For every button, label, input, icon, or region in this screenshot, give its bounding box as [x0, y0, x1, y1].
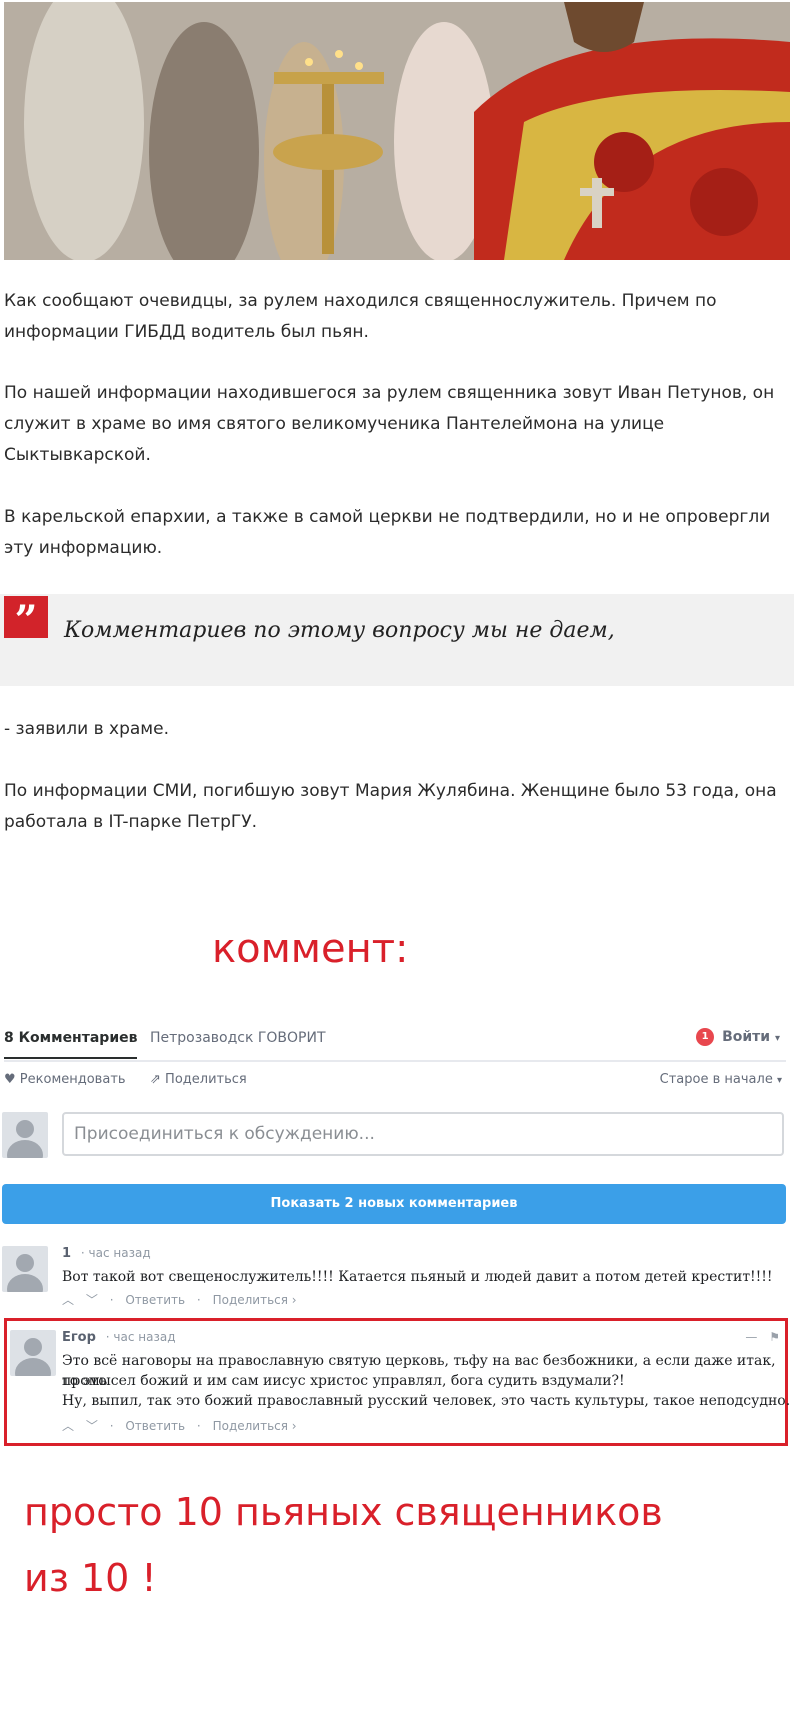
- tab-forum[interactable]: Петрозаводск ГОВОРИТ: [150, 1030, 326, 1046]
- downvote-icon[interactable]: ﹀: [86, 1293, 98, 1307]
- comments-toolbar: ♥ Рекомендовать ⇗ Поделиться Старое в на…: [4, 1070, 786, 1092]
- upvote-icon[interactable]: ︿: [62, 1419, 74, 1433]
- comment-tools: — ⚑: [745, 1330, 780, 1344]
- share-icon: ⇗: [150, 1072, 161, 1087]
- comment-text-line-2: промысел божий и им сам иисус христос уп…: [62, 1373, 625, 1389]
- comment-author[interactable]: Егор: [62, 1330, 96, 1345]
- user-avatar: [2, 1112, 48, 1158]
- blockquote-text: Комментариев по этому вопросу мы не даем…: [64, 618, 615, 643]
- separator-dot: ·: [109, 1419, 114, 1433]
- footer-annotation-line-2: из 10 !: [24, 1556, 157, 1600]
- tab-comments[interactable]: 8 Комментариев: [4, 1030, 138, 1059]
- sort-label: Старое в начале: [659, 1072, 773, 1087]
- comment-text: Вот такой вот свещенослужитель!!!! Катае…: [62, 1269, 773, 1285]
- separator-dot: ·: [105, 1330, 110, 1344]
- separator-dot: ·: [196, 1419, 201, 1433]
- comment-meta: Егор · час назад: [62, 1330, 176, 1345]
- show-new-comments-button[interactable]: Показать 2 новых комментариев: [2, 1184, 786, 1224]
- comment-actions: ︿ ﹀ · Ответить · Поделиться ›: [62, 1417, 305, 1434]
- comment-time[interactable]: час назад: [113, 1330, 175, 1344]
- chevron-down-icon: ▾: [776, 1075, 782, 1086]
- collapse-icon[interactable]: —: [745, 1330, 757, 1344]
- paragraph-2: По нашей информации находившегося за рул…: [4, 383, 775, 465]
- comment-avatar[interactable]: [2, 1246, 48, 1292]
- comment-share-link[interactable]: Поделиться ›: [213, 1419, 297, 1433]
- login-label: Войти: [722, 1029, 771, 1045]
- paragraph-1: Как сообщают очевидцы, за рулем находилс…: [4, 291, 717, 342]
- separator-dot: ·: [80, 1246, 85, 1260]
- comment-author[interactable]: 1: [62, 1246, 71, 1261]
- comment-time[interactable]: час назад: [89, 1246, 151, 1260]
- comment-annotation-label: коммент:: [212, 926, 409, 972]
- comment-share-link[interactable]: Поделиться ›: [213, 1293, 297, 1307]
- comment-avatar[interactable]: [10, 1330, 56, 1376]
- footer-annotation-line-1: просто 10 пьяных священников: [24, 1490, 663, 1534]
- quote-mark-icon: ”: [4, 596, 48, 644]
- sort-dropdown[interactable]: Старое в начале ▾: [660, 1072, 782, 1087]
- paragraph-4: - заявили в храме.: [4, 719, 169, 739]
- reply-link[interactable]: Ответить: [125, 1419, 185, 1433]
- upvote-icon[interactable]: ︿: [62, 1293, 74, 1307]
- join-discussion-input[interactable]: Присоединиться к обсуждению...: [62, 1112, 784, 1156]
- separator-dot: ·: [196, 1293, 201, 1307]
- share-button[interactable]: ⇗ Поделиться: [150, 1072, 247, 1087]
- chevron-down-icon: ▾: [774, 1033, 780, 1044]
- downvote-icon[interactable]: ﹀: [86, 1419, 98, 1433]
- comments-tabs: 8 Комментариев Петрозаводск ГОВОРИТ 1 Вой…: [4, 1026, 786, 1062]
- login-button[interactable]: 1 Войти ▾: [696, 1028, 780, 1046]
- share-label: Поделиться: [165, 1072, 247, 1087]
- paragraph-5: По информации СМИ, погибшую зовут Мария …: [4, 781, 777, 832]
- recommend-label: Рекомендовать: [19, 1072, 126, 1087]
- recommend-button[interactable]: ♥ Рекомендовать: [4, 1072, 126, 1087]
- comment-actions: ︿ ﹀ · Ответить · Поделиться ›: [62, 1291, 305, 1308]
- article-photo: [4, 2, 790, 260]
- reply-link[interactable]: Ответить: [125, 1293, 185, 1307]
- separator-dot: ·: [109, 1293, 114, 1307]
- flag-icon[interactable]: ⚑: [769, 1330, 780, 1344]
- comment-meta: 1 · час назад: [62, 1246, 151, 1261]
- notification-badge[interactable]: 1: [696, 1028, 715, 1046]
- heart-icon: ♥: [4, 1072, 16, 1087]
- comment-text-line-3: Ну, выпил, так это божий православный ру…: [62, 1393, 791, 1409]
- paragraph-3: В карельской епархии, а также в самой це…: [4, 507, 771, 558]
